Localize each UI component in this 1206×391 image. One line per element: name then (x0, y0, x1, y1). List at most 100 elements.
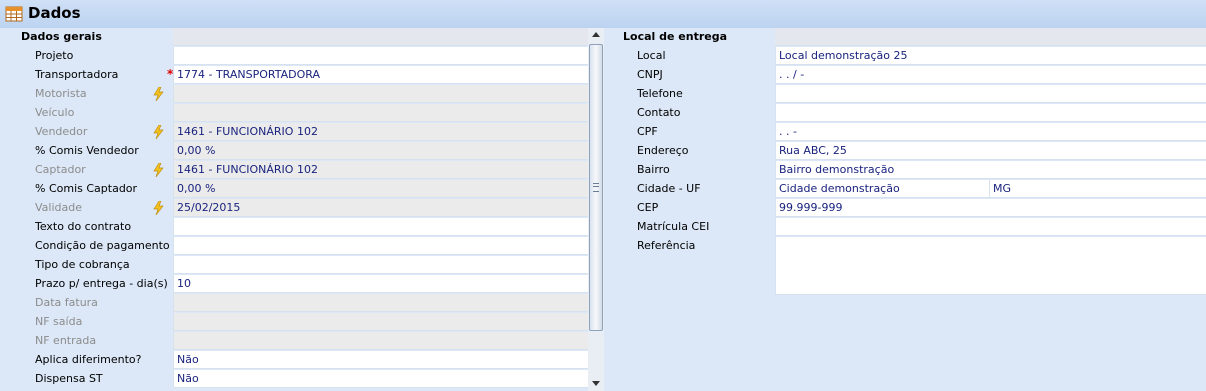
field-label: Motorista (35, 87, 87, 100)
field-row-texto-do-contrato: Texto do contrato (0, 218, 588, 237)
field-row-referencia: Referência (604, 237, 1206, 295)
field-row-cidade-uf: Cidade - UF Cidade demonstração MG (604, 180, 1206, 199)
field-row-contato: Contato (604, 104, 1206, 123)
field-value-dispensa-st[interactable]: Não (173, 370, 588, 388)
window-title: Dados (28, 4, 81, 22)
field-label: % Comis Captador (35, 182, 138, 195)
field-label: Transportadora (35, 68, 119, 81)
field-row-comis-captador: % Comis Captador 0,00 % (0, 180, 588, 199)
field-value-referencia[interactable] (775, 237, 1206, 295)
field-row-motorista: Motorista (0, 85, 588, 104)
field-value-nf-entrada[interactable] (173, 332, 588, 350)
field-row-tipo-de-cobranca: Tipo de cobrança (0, 256, 588, 275)
field-value-comis-captador[interactable]: 0,00 % (173, 180, 588, 198)
field-row-projeto: Projeto (0, 47, 588, 66)
field-value-local[interactable]: Local demonstração 25 (775, 47, 1206, 65)
field-label: Data fatura (35, 296, 98, 309)
field-label: Prazo p/ entrega - dia(s) (35, 277, 168, 290)
scroll-down-icon[interactable] (592, 381, 600, 386)
field-row-matricula-cei: Matrícula CEI (604, 218, 1206, 237)
field-row-aplica-diferimento: Aplica diferimento? Não (0, 351, 588, 370)
field-label: Referência (637, 239, 696, 252)
lightning-icon[interactable] (153, 201, 164, 215)
field-label: Veículo (35, 106, 75, 119)
field-value-cnpj[interactable]: . . / - (775, 66, 1206, 84)
lightning-icon[interactable] (153, 87, 164, 101)
field-value-cpf[interactable]: . . - (775, 123, 1206, 141)
field-value-bairro[interactable]: Bairro demonstração (775, 161, 1206, 179)
section-header-local-entrega: Local de entrega (604, 28, 1206, 47)
field-value-validade[interactable]: 25/02/2015 (173, 199, 588, 217)
field-row-nf-entrada: NF entrada (0, 332, 588, 351)
field-value-captador[interactable]: 1461 - FUNCIONÁRIO 102 (173, 161, 588, 179)
scroll-up-icon[interactable] (592, 32, 600, 37)
field-label: Condição de pagamento (35, 239, 170, 252)
field-label: Texto do contrato (35, 220, 132, 233)
section-title: Dados gerais (21, 30, 102, 43)
field-value-condicao-de-pagamento[interactable] (173, 237, 588, 255)
field-value-telefone[interactable] (775, 85, 1206, 103)
field-row-transportadora: Transportadora * 1774 - TRANSPORTADORA (0, 66, 588, 85)
vertical-scrollbar[interactable] (588, 28, 604, 391)
field-row-data-fatura: Data fatura (0, 294, 588, 313)
field-row-veiculo: Veículo (0, 104, 588, 123)
window-title-bar: Dados (0, 0, 1206, 29)
field-row-local: Local Local demonstração 25 (604, 47, 1206, 66)
field-row-prazo-p-entrega-dia-s: Prazo p/ entrega - dia(s) 10 (0, 275, 588, 294)
field-row-condicao-de-pagamento: Condição de pagamento (0, 237, 588, 256)
field-value-matricula-cei[interactable] (775, 218, 1206, 236)
field-value-uf[interactable]: MG (989, 180, 1011, 197)
field-label: Tipo de cobrança (35, 258, 130, 271)
field-value-transportadora[interactable]: 1774 - TRANSPORTADORA (173, 66, 588, 84)
field-value-nf-saida[interactable] (173, 313, 588, 331)
dados-gerais-panel: Dados gerais Projeto Transportadora * 1774 -… (0, 28, 588, 391)
field-label: Validade (35, 201, 82, 214)
lightning-icon[interactable] (153, 125, 164, 139)
field-label: Matrícula CEI (637, 220, 710, 233)
field-value-prazo-p-entrega-dia-s[interactable]: 10 (173, 275, 588, 293)
field-row-dispensa-st: Dispensa ST Não (0, 370, 588, 389)
local-entrega-panel: Local de entrega Local Local demonstração … (604, 28, 1206, 391)
field-label: Contato (637, 106, 681, 119)
field-row-endereco: Endereço Rua ABC, 25 (604, 142, 1206, 161)
field-label: Local (637, 49, 666, 62)
field-label: Dispensa ST (35, 372, 103, 385)
field-value-tipo-de-cobranca[interactable] (173, 256, 588, 274)
grip-icon (593, 183, 599, 192)
field-value-texto-do-contrato[interactable] (173, 218, 588, 236)
scroll-thumb[interactable] (589, 44, 603, 331)
field-label: CPF (637, 125, 658, 138)
field-row-cep: CEP 99.999-999 (604, 199, 1206, 218)
field-value-projeto[interactable] (173, 47, 588, 65)
field-row-bairro: Bairro Bairro demonstração (604, 161, 1206, 180)
field-value-contato[interactable] (775, 104, 1206, 122)
field-value-aplica-diferimento[interactable]: Não (173, 351, 588, 369)
section-title: Local de entrega (623, 30, 728, 43)
field-row-cnpj: CNPJ . . / - (604, 66, 1206, 85)
field-row-captador: Captador 1461 - FUNCIONÁRIO 102 (0, 161, 588, 180)
field-label: NF entrada (35, 334, 97, 347)
field-label: Telefone (637, 87, 683, 100)
lightning-icon[interactable] (153, 163, 164, 177)
field-value-vendedor[interactable]: 1461 - FUNCIONÁRIO 102 (173, 123, 588, 141)
field-label: Cidade - UF (637, 182, 701, 195)
field-row-cpf: CPF . . - (604, 123, 1206, 142)
field-label: CNPJ (637, 68, 663, 81)
field-value-comis-vendedor[interactable]: 0,00 % (173, 142, 588, 160)
field-label: % Comis Vendedor (35, 144, 139, 157)
field-label: NF saída (35, 315, 83, 328)
field-label: Endereço (637, 144, 689, 157)
field-label: Bairro (637, 163, 670, 176)
field-value-cidade-uf[interactable]: Cidade demonstração MG (775, 180, 1206, 198)
field-value-motorista[interactable] (173, 85, 588, 103)
field-value-veiculo[interactable] (173, 104, 588, 122)
field-row-validade: Validade 25/02/2015 (0, 199, 588, 218)
field-row-telefone: Telefone (604, 85, 1206, 104)
field-value-data-fatura[interactable] (173, 294, 588, 312)
field-value-endereco[interactable]: Rua ABC, 25 (775, 142, 1206, 160)
field-label: Vendedor (35, 125, 88, 138)
field-row-nf-saida: NF saída (0, 313, 588, 332)
field-row-vendedor: Vendedor 1461 - FUNCIONÁRIO 102 (0, 123, 588, 142)
field-value-cep[interactable]: 99.999-999 (775, 199, 1206, 217)
field-label: Aplica diferimento? (35, 353, 142, 366)
